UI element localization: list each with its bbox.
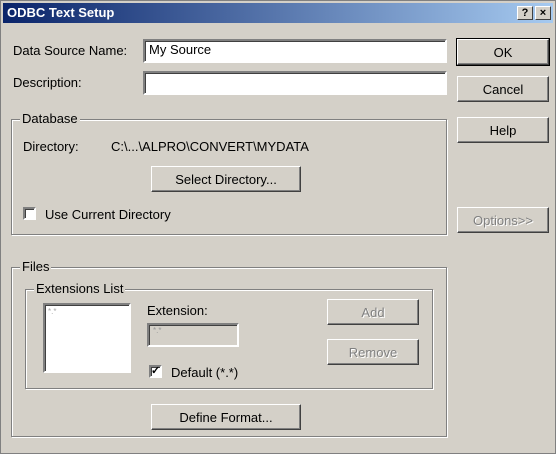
define-format-button[interactable]: Define Format...	[151, 404, 301, 430]
options-button[interactable]: Options>>	[457, 207, 549, 233]
help-button[interactable]: Help	[457, 117, 549, 143]
default-label: Default (*.*)	[171, 365, 239, 380]
description-label: Description:	[13, 75, 82, 90]
window-title: ODBC Text Setup	[7, 5, 115, 20]
ok-button[interactable]: OK	[456, 38, 550, 66]
extension-input[interactable]: *.*	[147, 323, 239, 347]
extensions-list-legend: Extensions List	[34, 281, 126, 296]
select-directory-button[interactable]: Select Directory...	[151, 166, 301, 192]
extensions-list-item[interactable]: *.*	[48, 307, 126, 316]
use-current-directory-label: Use Current Directory	[45, 207, 171, 222]
title-bar[interactable]: ODBC Text Setup ? ×	[3, 3, 553, 23]
description-input[interactable]	[143, 71, 447, 95]
remove-button[interactable]: Remove	[327, 339, 419, 365]
help-title-button[interactable]: ?	[517, 6, 533, 20]
data-source-name-label: Data Source Name:	[13, 43, 128, 58]
directory-path: C:\...\ALPRO\CONVERT\MYDATA	[111, 139, 309, 154]
files-group-legend: Files	[20, 259, 52, 274]
extensions-listbox[interactable]: *.*	[43, 303, 131, 373]
odbc-text-setup-dialog: ODBC Text Setup ? × Data Source Name: My…	[0, 0, 556, 454]
database-group-legend: Database	[20, 111, 80, 126]
close-title-button[interactable]: ×	[535, 6, 551, 20]
add-button[interactable]: Add	[327, 299, 419, 325]
data-source-name-input[interactable]: My Source	[143, 39, 447, 63]
cancel-button[interactable]: Cancel	[457, 76, 549, 102]
default-checkbox[interactable]: ✓	[149, 365, 162, 378]
use-current-directory-checkbox[interactable]	[23, 207, 36, 220]
extension-label: Extension:	[147, 303, 208, 318]
directory-label: Directory:	[23, 139, 79, 154]
